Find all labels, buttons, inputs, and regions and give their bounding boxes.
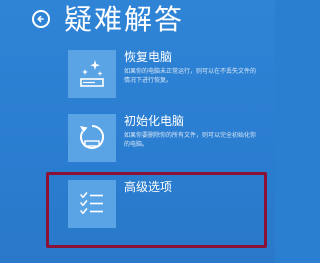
option-title: 初始化电脑 [124,114,185,128]
option-tile [68,114,116,162]
back-arrow-icon [37,15,44,23]
option-title: 恢复电脑 [124,50,173,64]
back-button[interactable] [32,10,50,28]
refresh-sparkle-icon [80,60,104,87]
option-tile [68,50,116,98]
option-description: 如果你的电脑未正常运行，则可以在不丢失文件的情况下进行恢复。 [124,68,257,84]
option-reset-pc[interactable]: 初始化电脑 如果你要删除你的所有文件，则可以完全初始化你的电脑。 [68,114,268,172]
page-title: 疑难解答 [64,3,185,36]
option-refresh-pc[interactable]: 恢复电脑 如果你的电脑未正常运行，则可以在不丢失文件的情况下进行恢复。 [68,50,268,108]
option-description: 如果你要删除你的所有文件，则可以完全初始化你的电脑。 [124,132,257,148]
highlight-box [46,172,267,248]
reset-cycle-icon [80,125,104,149]
troubleshoot-screen: 疑难解答 恢复电脑 如果你的电脑未正常运行，则可以在不丢失文件的情况下进行恢复。… [0,0,275,263]
